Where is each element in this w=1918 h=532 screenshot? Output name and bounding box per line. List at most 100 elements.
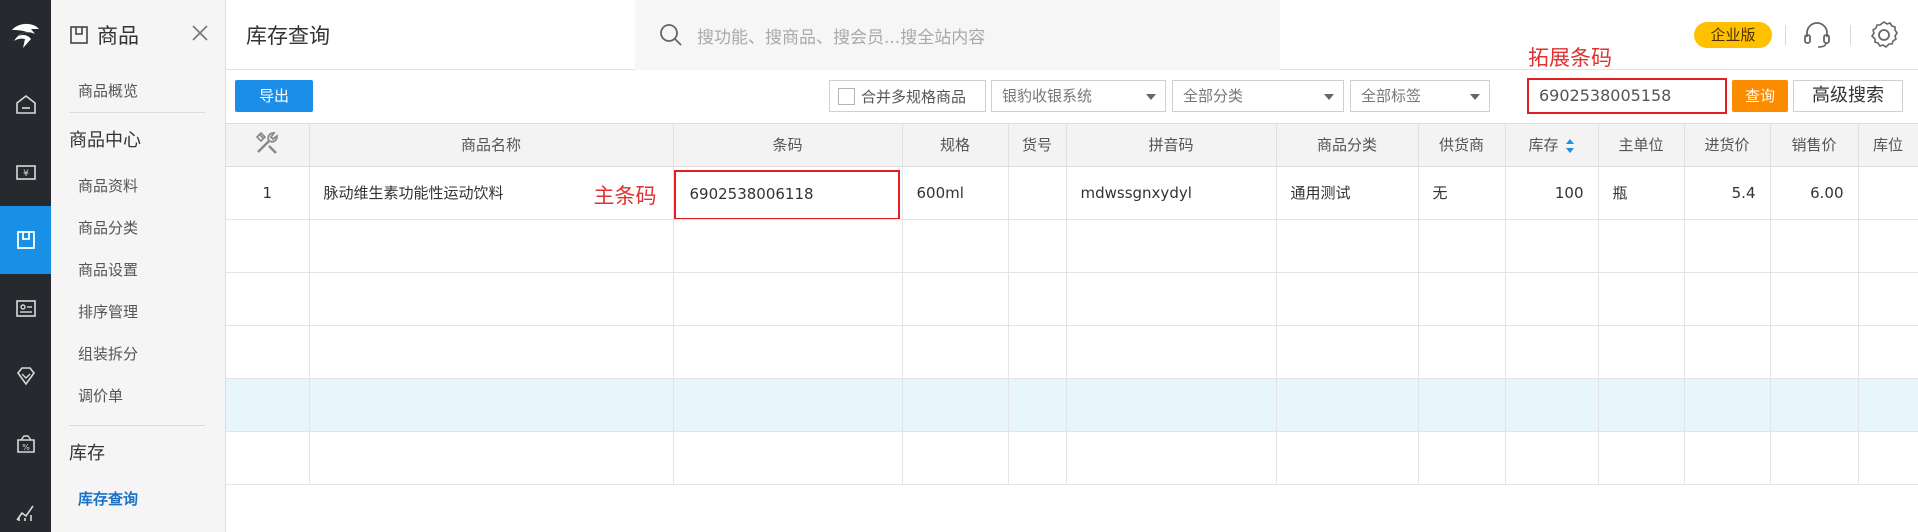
chevron-down-icon [1324,94,1334,100]
header-divider [1850,25,1851,45]
chevron-down-icon [1470,94,1480,100]
column-header-price[interactable]: 销售价 [1770,124,1859,167]
cell-location [1858,166,1918,220]
diamond-icon [16,367,35,386]
sidebar-item-inventory-query[interactable]: 库存查询 [51,478,225,520]
table-row-empty [226,272,1918,326]
sidebar-item-goods-category[interactable]: 商品分类 [51,207,225,249]
merge-variants-label: 合并多规格商品 [861,87,967,106]
barcode-search-input[interactable]: 6902538005158 [1527,78,1727,114]
headset-support-icon[interactable] [1801,19,1833,51]
column-header-cost[interactable]: 进货价 [1684,124,1771,167]
column-header-category[interactable]: 商品分类 [1276,124,1419,167]
goods-box-icon [16,231,35,249]
cell-barcode: 6902538006118 [673,166,903,220]
home-icon [15,94,36,114]
rail-marketing[interactable] [0,342,51,410]
header-divider [1785,25,1786,45]
search-input[interactable]: 搜功能、搜商品、搜会员...搜全站内容 [697,23,985,48]
cell-spec: 600ml [902,166,1009,220]
sidebar: 商品 商品概览 商品中心 商品资料 商品分类 商品设置 排序管理 组装拆分 调价… [51,0,226,532]
tag-select-value: 全部标签 [1361,87,1422,105]
column-header-stock-label: 库存 [1528,136,1559,155]
member-card-icon [15,300,36,317]
table-row-empty [226,431,1918,485]
sort-icon[interactable] [1565,138,1575,154]
coupon-icon: % [16,435,35,453]
system-select[interactable]: 银豹收银系统 [991,80,1166,112]
column-header-spec[interactable]: 规格 [902,124,1009,167]
brand-logo-icon [11,23,39,48]
merge-variants-checkbox[interactable] [838,87,855,105]
system-select-value: 银豹收银系统 [1002,87,1093,105]
cell-pinyin: mdwssgnxydyl [1066,166,1277,220]
cell-unit: 瓶 [1598,166,1685,220]
goods-box-icon [70,26,88,44]
barcode-highlight: 6902538006118 [673,169,900,218]
cell-stock: 100 [1505,166,1599,220]
cell-price: 6.00 [1770,166,1859,220]
cell-category: 通用测试 [1276,166,1419,220]
column-header-name[interactable]: 商品名称 [309,124,674,167]
svg-text:¥: ¥ [23,169,29,179]
advanced-search-button[interactable]: 高级搜索 [1793,80,1903,112]
sidebar-header: 商品 [51,0,225,70]
row-index: 1 [226,166,310,220]
sidebar-item-sort-management[interactable]: 排序管理 [51,291,225,333]
filter-toolbar: 导出 合并多规格商品 银豹收银系统 全部分类 全部标签 690253800515… [226,70,1918,123]
table-row-empty [226,325,1918,379]
sidebar-item-goods-settings[interactable]: 商品设置 [51,249,225,291]
global-search[interactable]: 搜功能、搜商品、搜会员...搜全站内容 [635,0,1280,70]
category-select-value: 全部分类 [1183,87,1244,105]
sidebar-module-title: 商品 [97,24,139,48]
merge-variants-toggle[interactable]: 合并多规格商品 [829,80,986,112]
table-row[interactable]: 1 脉动维生素功能性运动饮料 主条码 6902538006118 600ml md… [226,166,1918,220]
gear-icon[interactable] [1868,19,1900,51]
export-button[interactable]: 导出 [235,80,313,112]
svg-text:%: % [22,443,30,452]
rail-cashier[interactable]: ¥ [0,138,51,206]
sidebar-item-price-adjust[interactable]: 调价单 [51,375,225,417]
column-header-location[interactable]: 库位 [1858,124,1918,167]
query-button[interactable]: 查询 [1732,80,1788,112]
chevron-down-icon [1146,94,1156,100]
sidebar-item-goods-info[interactable]: 商品资料 [51,165,225,207]
app-window: ¥ % 商品 商品概览 商品中心 商品资料 商品分类 商品设置 排序管理 组装拆… [0,0,1918,532]
cell-name-text: 脉动维生素功能性运动饮料 [323,184,504,202]
column-header-sku[interactable]: 货号 [1008,124,1067,167]
annotation-extended-barcode: 拓展条码 [1528,46,1612,70]
column-settings-header[interactable] [226,124,310,167]
cell-supplier: 无 [1418,166,1506,220]
sidebar-item-assembly[interactable]: 组装拆分 [51,333,225,375]
rail-home[interactable] [0,70,51,138]
inventory-table: 商品名称 条码 规格 货号 拼音码 商品分类 供货商 库存 主单位 进货价 销售… [226,123,1918,532]
close-icon[interactable] [191,24,209,42]
cell-sku [1008,166,1067,220]
rail-finance[interactable]: % [0,410,51,478]
cell-cost: 5.4 [1684,166,1771,220]
column-header-stock[interactable]: 库存 [1505,124,1599,167]
cashier-icon: ¥ [15,165,36,180]
column-header-unit[interactable]: 主单位 [1598,124,1685,167]
column-header-barcode[interactable]: 条码 [673,124,903,167]
annotation-main-barcode: 主条码 [593,183,657,208]
search-icon [660,24,682,46]
rail-member[interactable] [0,274,51,342]
table-row-empty [226,219,1918,273]
tag-select[interactable]: 全部标签 [1350,80,1490,112]
page-title: 库存查询 [246,24,330,48]
rail-goods[interactable] [0,206,51,274]
category-select[interactable]: 全部分类 [1172,80,1344,112]
column-header-pinyin[interactable]: 拼音码 [1066,124,1277,167]
chart-icon [15,505,34,521]
sidebar-section-inventory: 库存 [69,443,105,464]
tools-icon[interactable] [253,129,281,157]
column-header-supplier[interactable]: 供货商 [1418,124,1506,167]
sidebar-item-overview[interactable]: 商品概览 [51,70,225,112]
rail-reports[interactable] [0,478,51,532]
table-row-empty-highlighted [226,378,1918,432]
edition-badge[interactable]: 企业版 [1694,22,1772,48]
table-header-row: 商品名称 条码 规格 货号 拼音码 商品分类 供货商 库存 主单位 进货价 销售… [226,124,1918,167]
cell-name: 脉动维生素功能性运动饮料 主条码 [309,166,674,220]
sidebar-section-goods-center: 商品中心 [69,130,141,151]
